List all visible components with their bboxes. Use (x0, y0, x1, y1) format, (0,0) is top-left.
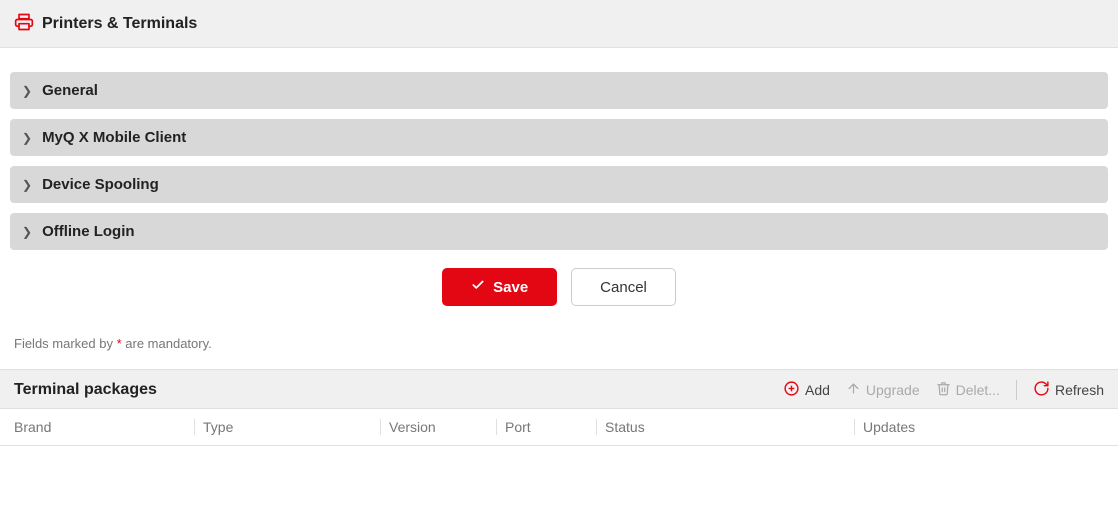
upgrade-button[interactable]: Upgrade (846, 381, 920, 399)
page-header: Printers & Terminals (0, 0, 1118, 48)
save-label: Save (493, 279, 528, 296)
col-updates[interactable]: Updates (854, 419, 1104, 435)
chevron-right-icon: ❯ (22, 225, 32, 239)
settings-panels: ❯ General ❯ MyQ X Mobile Client ❯ Device… (0, 48, 1118, 336)
terminal-packages-header: Terminal packages Add Upgrade (0, 369, 1118, 409)
delete-label: Delet... (956, 382, 1000, 398)
col-version[interactable]: Version (380, 419, 496, 435)
panel-title: General (42, 82, 98, 99)
panel-mobile-client[interactable]: ❯ MyQ X Mobile Client (10, 119, 1108, 156)
printer-icon (14, 12, 34, 35)
arrow-up-icon (846, 381, 861, 399)
chevron-right-icon: ❯ (22, 131, 32, 145)
panel-general[interactable]: ❯ General (10, 72, 1108, 109)
section-title: Terminal packages (14, 381, 157, 399)
cancel-button[interactable]: Cancel (571, 268, 676, 306)
page-title: Printers & Terminals (42, 15, 197, 33)
form-actions: Save Cancel (10, 268, 1108, 306)
table-header: Brand Type Version Port Status Updates (0, 409, 1118, 446)
add-label: Add (805, 382, 830, 398)
col-type[interactable]: Type (194, 419, 380, 435)
toolbar: Add Upgrade Delet... (783, 380, 1104, 400)
note-suffix: are mandatory. (122, 336, 212, 351)
panel-offline-login[interactable]: ❯ Offline Login (10, 213, 1108, 250)
toolbar-divider (1016, 380, 1017, 400)
delete-button[interactable]: Delet... (936, 381, 1000, 399)
refresh-button[interactable]: Refresh (1033, 380, 1104, 400)
panel-title: MyQ X Mobile Client (42, 129, 186, 146)
col-brand[interactable]: Brand (14, 419, 194, 435)
upgrade-label: Upgrade (866, 382, 920, 398)
col-status[interactable]: Status (596, 419, 854, 435)
panel-device-spooling[interactable]: ❯ Device Spooling (10, 166, 1108, 203)
note-prefix: Fields marked by (14, 336, 117, 351)
refresh-label: Refresh (1055, 382, 1104, 398)
chevron-right-icon: ❯ (22, 84, 32, 98)
refresh-icon (1033, 380, 1050, 400)
chevron-right-icon: ❯ (22, 178, 32, 192)
add-button[interactable]: Add (783, 380, 830, 400)
save-button[interactable]: Save (442, 268, 557, 306)
col-port[interactable]: Port (496, 419, 596, 435)
mandatory-note: Fields marked by * are mandatory. (0, 336, 1118, 369)
panel-title: Device Spooling (42, 176, 159, 193)
cancel-label: Cancel (600, 279, 647, 296)
panel-title: Offline Login (42, 223, 134, 240)
check-icon (471, 278, 485, 296)
trash-icon (936, 381, 951, 399)
plus-circle-icon (783, 380, 800, 400)
